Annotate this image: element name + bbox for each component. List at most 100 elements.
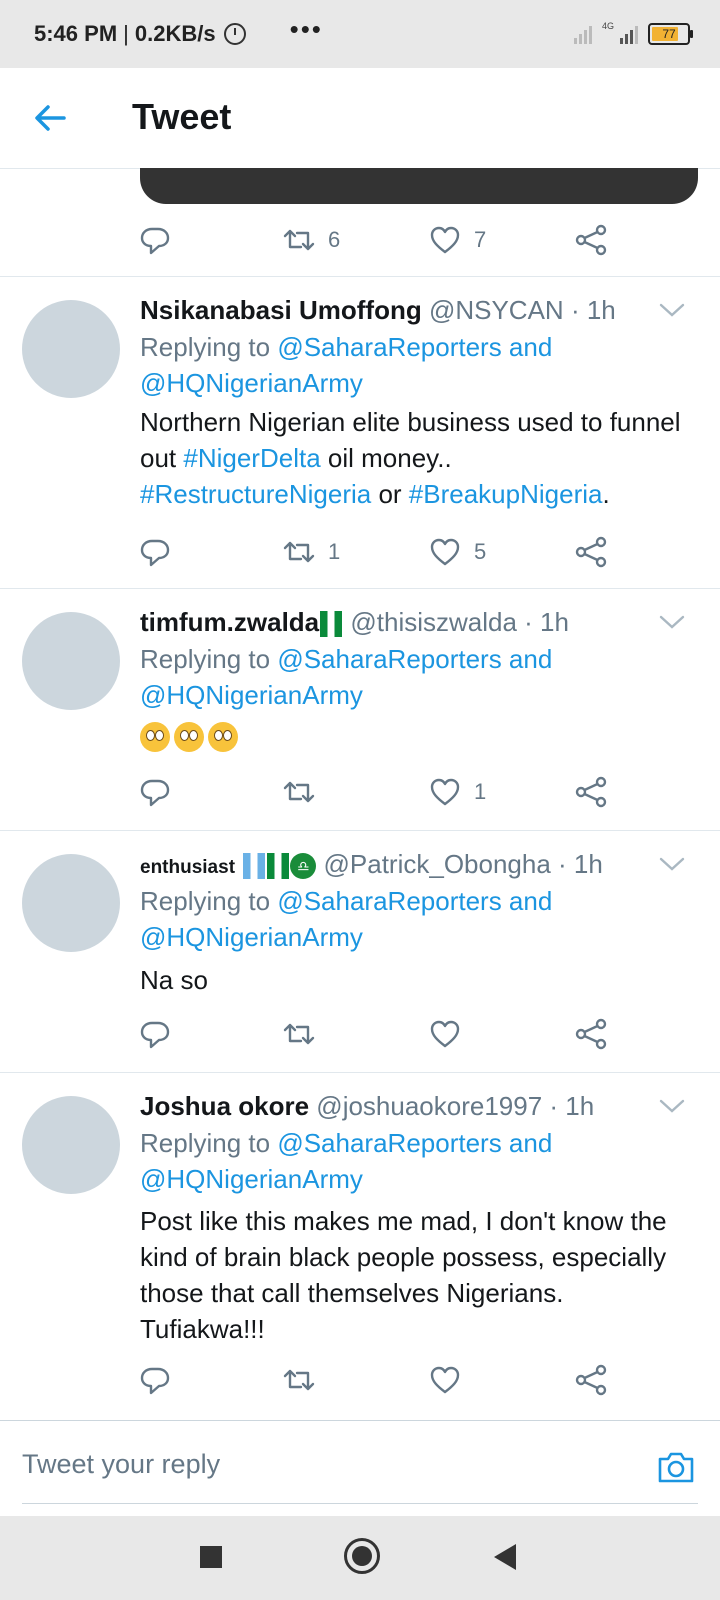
share-icon [575,776,607,808]
replying-to: Replying to @SaharaReporters and @HQNige… [140,1125,680,1197]
tweet-header: Nsikanabasi Umoffong @NSYCAN · 1h [140,295,650,326]
avatar[interactable] [22,300,120,398]
share-button[interactable] [574,1358,608,1402]
reply-button[interactable] [138,1358,172,1402]
back-button[interactable] [494,1544,516,1570]
divider [0,588,720,589]
retweet-icon [283,229,315,251]
replying-prefix: Replying to [140,332,271,362]
tweet-time: · 1h [570,295,616,325]
reply-icon [140,1021,170,1049]
tweet-text: Na so [140,965,208,995]
hashtag-link[interactable]: #BreakupNigeria [409,479,603,509]
author-name[interactable]: enthusiast [140,857,235,878]
retweet-count: 1 [328,539,341,564]
divider [0,1072,720,1073]
like-button[interactable]: 1 [428,770,486,814]
chevron-down-icon[interactable] [658,855,686,873]
author-name[interactable]: Joshua okore [140,1091,309,1121]
signal-icon [573,24,592,44]
network-label: 4G [601,21,614,31]
share-button[interactable] [574,770,608,814]
rolling-eyes-emoji-icon [208,722,238,753]
nigeria-flag-icon [320,611,343,638]
reply-icon [140,227,170,255]
back-arrow-icon[interactable] [30,98,70,138]
like-button[interactable] [428,1012,462,1056]
replying-prefix: Replying to [140,886,271,916]
action-row: 6 7 [138,218,618,262]
tweet-header: enthusiast ♎ @Patrick_Obongha · 1h [140,849,650,880]
reply-input[interactable]: Tweet your reply [22,1449,220,1480]
alarm-icon [223,23,246,45]
heart-icon [430,1020,460,1048]
replying-prefix: Replying to [140,644,271,674]
media-preview[interactable] [140,168,698,204]
heart-icon [430,226,460,254]
retweet-button[interactable]: 6 [282,218,340,262]
author-handle[interactable]: @Patrick_Obongha [324,849,551,879]
like-button[interactable] [428,1358,462,1402]
reply-button[interactable] [138,1012,172,1056]
camera-icon[interactable] [656,1447,696,1487]
chevron-down-icon[interactable] [658,1097,686,1115]
avatar[interactable] [22,612,120,710]
action-row: 1 5 [138,530,618,574]
replying-to: Replying to @SaharaReporters and @HQNige… [140,883,680,955]
reply-bar: Tweet your reply [0,1420,720,1517]
status-left: 5:46 PM | 0.2KB/s ••• [34,0,323,68]
tweet-time: · 1h [549,1091,595,1121]
share-button[interactable] [574,530,608,574]
app-bar: Tweet [0,68,720,169]
action-row [138,1012,618,1056]
like-button[interactable]: 5 [428,530,486,574]
status-right: 4G 77 [573,0,693,68]
page-title: Tweet [132,96,232,137]
text-segment: or [371,479,409,509]
share-button[interactable] [574,218,608,262]
nigeria-flag-icon [267,853,290,880]
like-button[interactable]: 7 [428,218,486,262]
author-handle[interactable]: @thisiszwalda [350,607,517,637]
author-name[interactable]: Nsikanabasi Umoffong [140,295,422,325]
signal-4g-icon [620,24,638,44]
author-handle[interactable]: @NSYCAN [429,295,564,325]
share-icon [575,224,607,256]
like-count: 1 [474,779,487,804]
home-button[interactable] [344,1538,380,1574]
tweet-text: Post like this makes me mad, I don't kno… [140,1206,667,1344]
battery-level: 77 [662,27,676,41]
author-name[interactable]: timfum.zwalda [140,607,319,637]
hashtag-link[interactable]: #NigerDelta [183,443,320,473]
rolling-eyes-emoji-icon [140,722,170,753]
heart-icon [430,538,460,566]
retweet-button[interactable]: 1 [282,530,340,574]
avatar[interactable] [22,854,120,952]
divider [0,830,720,831]
retweet-icon [283,1369,315,1391]
libra-icon: ♎ [290,853,317,880]
divider [0,276,720,277]
retweet-button[interactable] [282,770,316,814]
reply-button[interactable] [138,530,172,574]
retweet-button[interactable] [282,1012,316,1056]
retweet-icon [283,781,315,803]
tweet-header: timfum.zwalda @thisiszwalda · 1h [140,607,650,638]
reply-button[interactable] [138,770,172,814]
chevron-down-icon[interactable] [658,301,686,319]
avatar[interactable] [22,1096,120,1194]
status-speed: 0.2KB/s [134,21,216,46]
text-segment: oil money.. [320,443,452,473]
reply-underline [22,1503,698,1504]
author-handle[interactable]: @joshuaokore1997 [316,1091,542,1121]
chevron-down-icon[interactable] [658,613,686,631]
reply-button[interactable] [138,218,172,262]
hashtag-link[interactable]: #RestructureNigeria [140,479,371,509]
share-button[interactable] [574,1012,608,1056]
share-icon [575,1364,607,1396]
retweet-button[interactable] [282,1358,316,1402]
recents-button[interactable] [200,1546,222,1568]
tweet-text: Northern Nigerian elite business used to… [140,404,690,512]
action-row: 1 [138,770,618,814]
guatemala-flag-icon [243,853,266,880]
